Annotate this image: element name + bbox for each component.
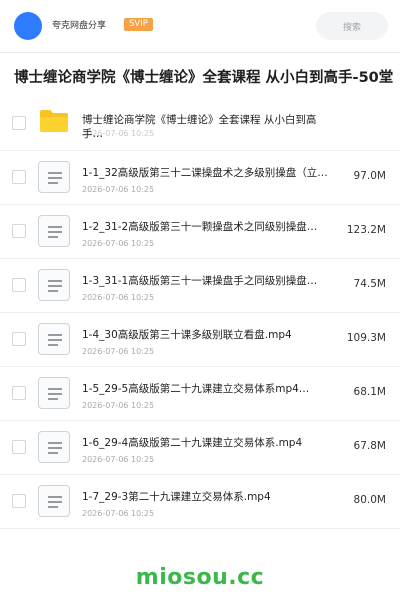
file-row[interactable]: 1-6_29-4高级版第二十九课建立交易体系.mp4 2026-07-06 10… [0,420,400,475]
document-icon [38,431,70,463]
file-size: 68.1M [353,386,386,398]
file-date: 2026-07-06 10:25 [82,347,155,356]
document-icon [38,269,70,301]
svip-badge: SVIP [124,18,153,31]
page-title: 博士缠论商学院《博士缠论》全套课程 从小白到高手-50堂 [14,70,394,86]
document-icon [38,485,70,517]
folder-name[interactable]: 博士缠论商学院《博士缠论》全套课程 从小白到高手… [82,113,332,143]
row-checkbox[interactable] [12,278,26,292]
row-checkbox[interactable] [12,494,26,508]
file-size: 80.0M [353,494,386,506]
header-bar: 夸克网盘分享 SVIP 搜索 [0,0,400,53]
file-size: 123.2M [346,224,386,236]
file-size: 97.0M [353,170,386,182]
file-name[interactable]: 1-3_31-1高级版第三十一课操盘手之同级别操盘… [82,273,332,288]
folder-row[interactable]: 2026-07-06 10:25 博士缠论商学院《博士缠论》全套课程 从小白到高… [0,96,400,151]
file-date: 2026-07-06 10:25 [82,455,155,464]
file-date: 2026-07-06 10:25 [82,239,155,248]
file-row[interactable]: 1-4_30高级版第三十课多级别联立看盘.mp4 2026-07-06 10:2… [0,312,400,367]
row-checkbox[interactable] [12,332,26,346]
file-row[interactable]: 1-1_32高级版第三十二课操盘术之多级别操盘（立… 2026-07-06 10… [0,150,400,205]
document-icon [38,161,70,193]
file-name[interactable]: 1-2_31-2高级版第三十一颗操盘术之同级别操盘… [82,219,332,234]
file-date: 2026-07-06 10:25 [82,185,155,194]
file-date: 2026-07-06 10:25 [82,509,155,518]
row-checkbox[interactable] [12,170,26,184]
search-button[interactable]: 搜索 [316,12,388,40]
file-size: 74.5M [353,278,386,290]
avatar[interactable] [14,12,42,40]
row-checkbox[interactable] [12,440,26,454]
file-name[interactable]: 1-7_29-3第二十九课建立交易体系.mp4 [82,489,332,504]
document-icon [38,377,70,409]
watermark: miosou.cc [135,565,265,590]
file-size: 109.3M [346,332,386,344]
sharer-name: 夸克网盘分享 [52,21,107,31]
row-checkbox[interactable] [12,386,26,400]
folder-icon [40,110,68,132]
document-icon [38,323,70,355]
file-name[interactable]: 1-1_32高级版第三十二课操盘术之多级别操盘（立… [82,165,332,180]
file-row[interactable]: 1-7_29-3第二十九课建立交易体系.mp4 2026-07-06 10:25… [0,474,400,529]
file-date: 2026-07-06 10:25 [82,401,155,410]
file-row[interactable]: 1-5_29-5高级版第二十九课建立交易体系mp4… 2026-07-06 10… [0,366,400,421]
file-name[interactable]: 1-5_29-5高级版第二十九课建立交易体系mp4… [82,381,332,396]
row-checkbox[interactable] [12,116,26,130]
file-date: 2026-07-06 10:25 [82,293,155,302]
file-row[interactable]: 1-3_31-1高级版第三十一课操盘手之同级别操盘… 2026-07-06 10… [0,258,400,313]
file-row[interactable]: 1-2_31-2高级版第三十一颗操盘术之同级别操盘… 2026-07-06 10… [0,204,400,259]
document-icon [38,215,70,247]
row-checkbox[interactable] [12,224,26,238]
file-size: 67.8M [353,440,386,452]
file-name[interactable]: 1-6_29-4高级版第二十九课建立交易体系.mp4 [82,435,332,450]
file-name[interactable]: 1-4_30高级版第三十课多级别联立看盘.mp4 [82,327,332,342]
